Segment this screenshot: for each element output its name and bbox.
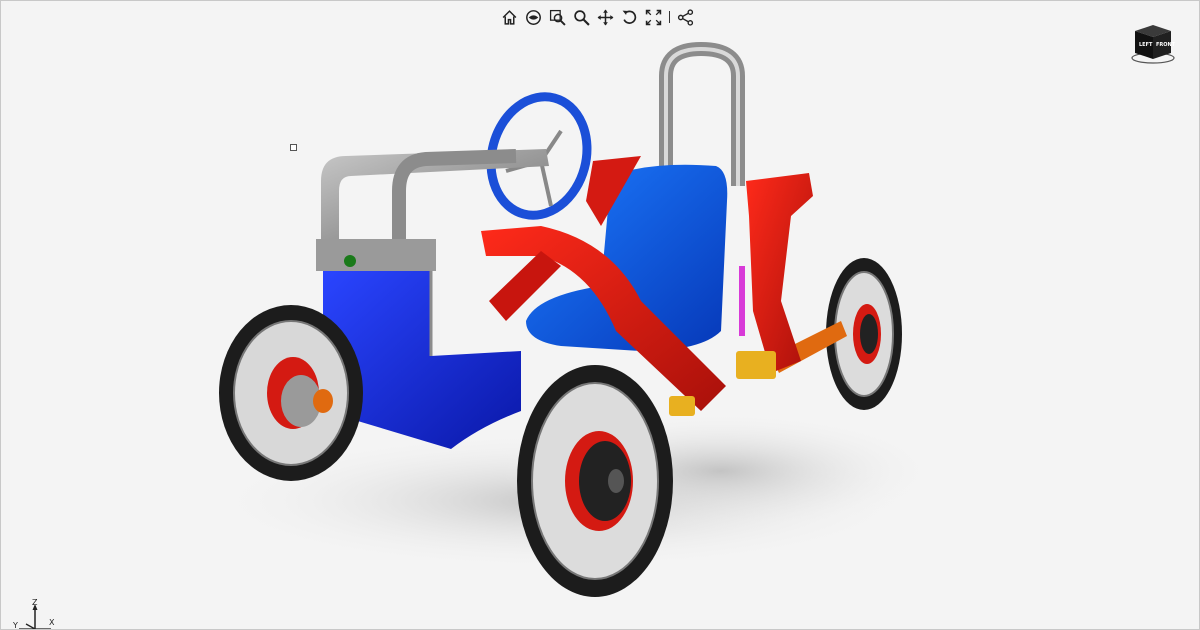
axis-triad: Z Y X bbox=[12, 599, 55, 630]
axis-x-label: X bbox=[49, 618, 55, 627]
front-right-wheel[interactable] bbox=[517, 365, 673, 597]
front-left-wheel[interactable] bbox=[219, 305, 363, 481]
vehicle-model[interactable] bbox=[1, 1, 1199, 629]
3d-viewer[interactable]: LEFT FRONT Z Y X bbox=[0, 0, 1200, 630]
axis-y-label: Y bbox=[12, 621, 18, 630]
front-shock-mount[interactable] bbox=[669, 396, 695, 416]
rear-shock-mount[interactable] bbox=[736, 351, 776, 379]
axis-z-label: Z bbox=[32, 599, 38, 607]
rear-shock-spring[interactable] bbox=[739, 266, 745, 336]
